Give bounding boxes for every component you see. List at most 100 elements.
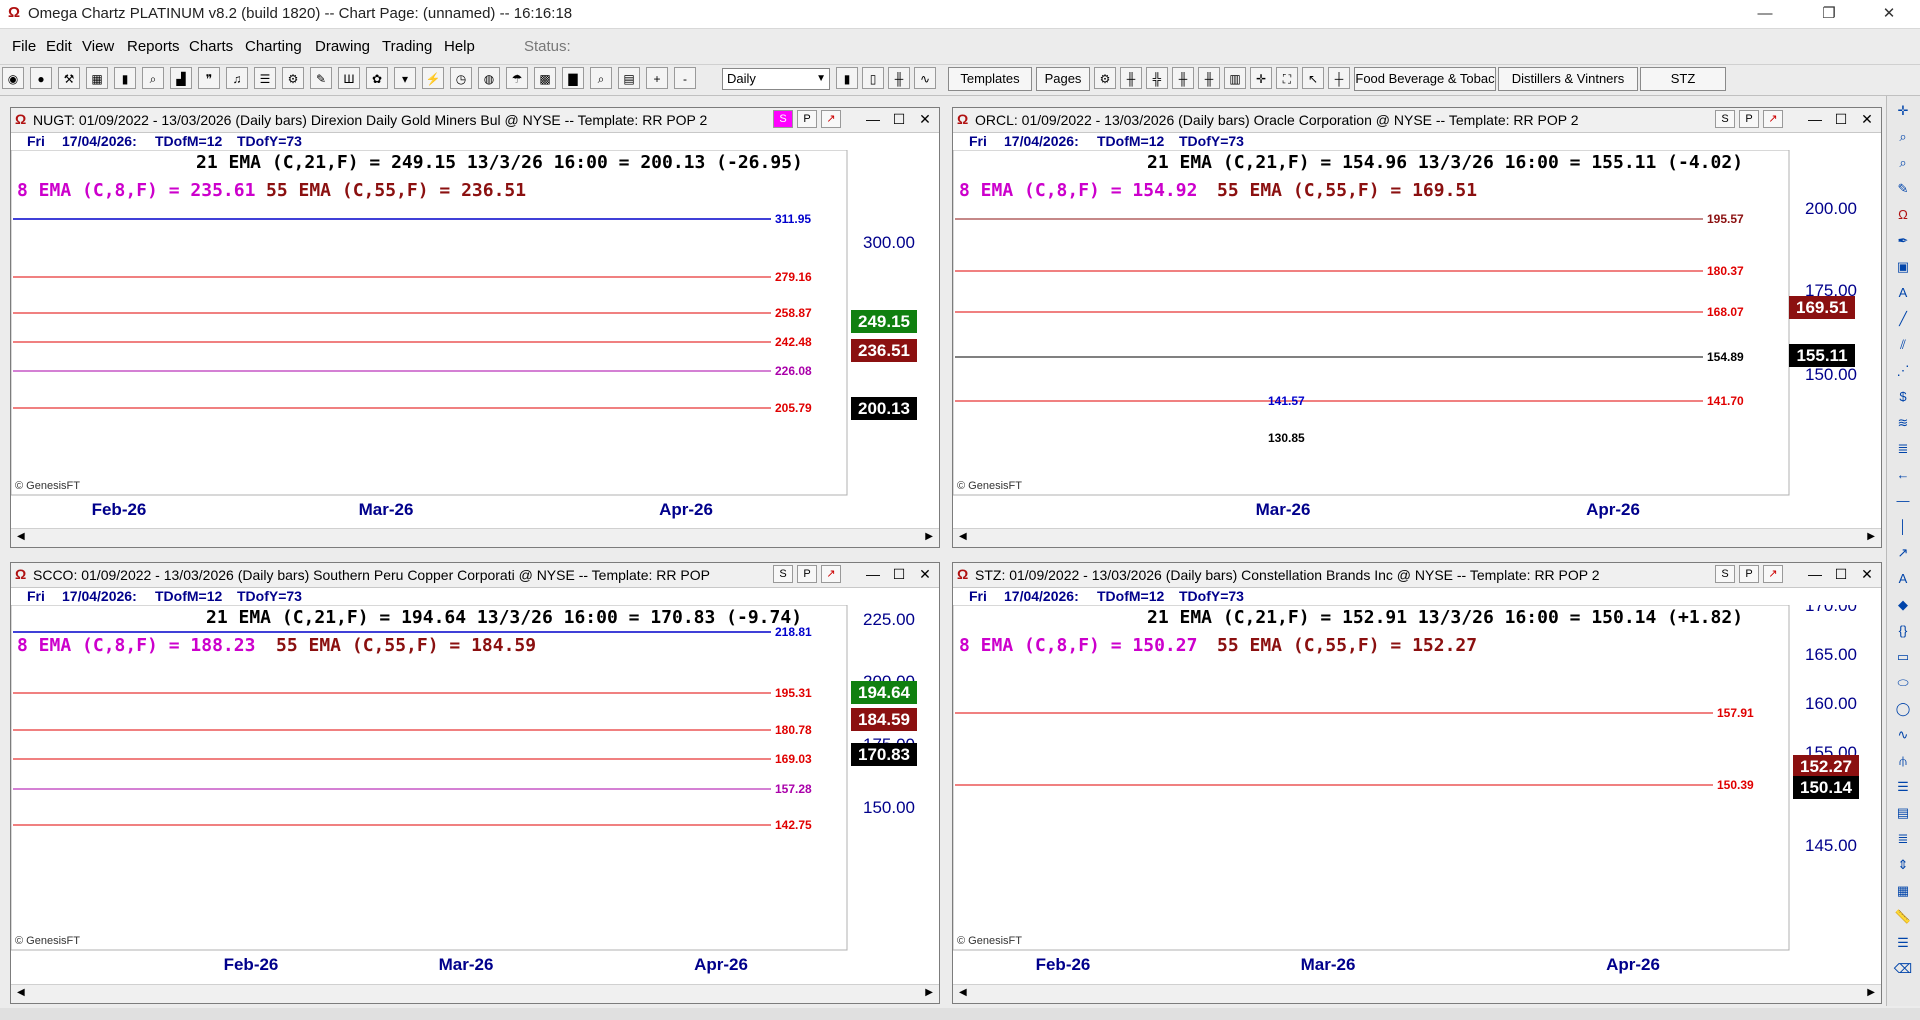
compare-icon[interactable]: ╬: [1146, 67, 1168, 89]
layout-icon[interactable]: ⚙: [1094, 67, 1116, 89]
camera-icon[interactable]: ▣: [1892, 256, 1914, 278]
globe-icon[interactable]: ◉: [2, 67, 24, 89]
ruler-icon[interactable]: 📏: [1892, 906, 1914, 928]
dollar-icon[interactable]: $: [1892, 386, 1914, 408]
panel-minimize-button[interactable]: —: [863, 110, 883, 128]
bracket-icon[interactable]: {}: [1892, 620, 1914, 642]
stop-icon[interactable]: ▇: [562, 67, 584, 89]
menu-edit[interactable]: Edit: [46, 38, 72, 55]
horizontal-scrollbar[interactable]: ◀ ▶: [953, 984, 1881, 1003]
text-tool-icon[interactable]: A: [1892, 282, 1914, 304]
p-button[interactable]: P: [1739, 565, 1759, 583]
popout-button[interactable]: ↗: [821, 565, 841, 583]
line-chart-icon[interactable]: ∿: [914, 67, 936, 89]
cross-cursor-icon[interactable]: ┼: [1328, 67, 1350, 89]
fan-icon[interactable]: ⋰: [1892, 360, 1914, 382]
zoom-in-icon[interactable]: ⌕: [1892, 126, 1914, 148]
menu-reports[interactable]: Reports: [127, 38, 180, 55]
range-icon[interactable]: ⇕: [1892, 854, 1914, 876]
period-select[interactable]: Daily ▼: [722, 68, 830, 90]
p-button[interactable]: P: [797, 565, 817, 583]
tools-icon[interactable]: ⚒: [58, 67, 80, 89]
ohlc-icon[interactable]: ╫: [888, 67, 910, 89]
pointer-icon[interactable]: ↖: [1302, 67, 1324, 89]
menu-drawing[interactable]: Drawing: [315, 38, 370, 55]
s-button[interactable]: S: [1715, 565, 1735, 583]
scan-icon[interactable]: ▦: [86, 67, 108, 89]
panel-close-button[interactable]: ✕: [915, 565, 935, 583]
panel-maximize-button[interactable]: ☐: [1831, 110, 1851, 128]
menu-charting[interactable]: Charting: [245, 38, 302, 55]
sector-button[interactable]: Food Beverage & Tobac: [1354, 67, 1496, 91]
pages-button[interactable]: Pages: [1036, 67, 1090, 91]
calendar-icon[interactable]: ▤: [618, 67, 640, 89]
scroll-left-icon[interactable]: ◀: [959, 987, 967, 998]
help-icon[interactable]: ☂: [506, 67, 528, 89]
price-chart[interactable]: 218.81195.31180.78169.03157.28142.75225.…: [11, 605, 939, 975]
scroll-left-icon[interactable]: ◀: [959, 531, 967, 542]
levels-icon[interactable]: ☰: [1892, 776, 1914, 798]
zoom-out-icon[interactable]: ⌕: [1892, 152, 1914, 174]
price-chart[interactable]: 195.57 180.37 168.07 154.89 141.70 141.57 130.…: [953, 150, 1881, 520]
stack-icon[interactable]: ≣: [1892, 828, 1914, 850]
popout-button[interactable]: ↗: [1763, 565, 1783, 583]
scroll-right-icon[interactable]: ▶: [925, 987, 933, 998]
gann-icon[interactable]: ≣: [1892, 438, 1914, 460]
arrow-icon[interactable]: ↗: [1892, 542, 1914, 564]
bar-spread-icon[interactable]: ╫: [1198, 67, 1220, 89]
minimize-button[interactable]: —: [1742, 0, 1788, 28]
color-picker-icon[interactable]: ◆: [1892, 594, 1914, 616]
scroll-left-icon[interactable]: ◀: [17, 987, 25, 998]
add-tool-icon[interactable]: +: [646, 67, 668, 89]
channel-icon[interactable]: ⫽: [1892, 334, 1914, 356]
wave-icon[interactable]: ∿: [1892, 724, 1914, 746]
highlighter-icon[interactable]: ✎: [1892, 178, 1914, 200]
bars-icon[interactable]: Ш: [338, 67, 360, 89]
label-icon[interactable]: A: [1892, 568, 1914, 590]
panel-close-button[interactable]: ✕: [915, 110, 935, 128]
zoom-icon[interactable]: ⌕: [142, 67, 164, 89]
panel-maximize-button[interactable]: ☐: [889, 110, 909, 128]
panel-minimize-button[interactable]: —: [1805, 110, 1825, 128]
panel-close-button[interactable]: ✕: [1857, 565, 1877, 583]
menu-view[interactable]: View: [82, 38, 114, 55]
s-button[interactable]: S: [773, 565, 793, 583]
panel-minimize-button[interactable]: —: [863, 565, 883, 583]
filter-icon[interactable]: ✿: [366, 67, 388, 89]
s-button[interactable]: S: [773, 110, 793, 128]
ellipse-icon[interactable]: ⬭: [1892, 672, 1914, 694]
dial-icon[interactable]: ◍: [478, 67, 500, 89]
trendline-icon[interactable]: ╱: [1892, 308, 1914, 330]
p-button[interactable]: P: [797, 110, 817, 128]
scroll-right-icon[interactable]: ▶: [925, 531, 933, 542]
candlestick-icon[interactable]: ▯: [862, 67, 884, 89]
panel-maximize-button[interactable]: ☐: [889, 565, 909, 583]
restore-button[interactable]: ❐: [1806, 0, 1852, 28]
templates-button[interactable]: Templates: [948, 67, 1032, 91]
panel-maximize-button[interactable]: ☐: [1831, 565, 1851, 583]
bars-pattern-icon[interactable]: ▦: [1892, 880, 1914, 902]
hline-icon[interactable]: —: [1892, 490, 1914, 512]
panel-close-button[interactable]: ✕: [1857, 110, 1877, 128]
panel-minimize-button[interactable]: —: [1805, 565, 1825, 583]
traffic-light-icon[interactable]: ●: [30, 67, 52, 89]
industry-button[interactable]: Distillers & Vintners: [1498, 67, 1638, 91]
scroll-right-icon[interactable]: ▶: [1867, 531, 1875, 542]
fibonacci-icon[interactable]: ≋: [1892, 412, 1914, 434]
menu-file[interactable]: File: [12, 38, 36, 55]
pen-icon[interactable]: ✒: [1892, 230, 1914, 252]
horizontal-scrollbar[interactable]: ◀ ▶: [11, 984, 939, 1003]
eraser-icon[interactable]: ⌫: [1892, 958, 1914, 980]
grid-icon[interactable]: ▩: [534, 67, 556, 89]
list-tool-icon[interactable]: ☰: [1892, 932, 1914, 954]
vline-icon[interactable]: │: [1892, 516, 1914, 538]
menu-trading[interactable]: Trading: [382, 38, 432, 55]
list-icon[interactable]: ☰: [254, 67, 276, 89]
pencil-icon[interactable]: ✎: [310, 67, 332, 89]
crosshair-icon[interactable]: ✛: [1250, 67, 1272, 89]
popout-button[interactable]: ↗: [1763, 110, 1783, 128]
lightning-icon[interactable]: ⚡: [422, 67, 444, 89]
circle-icon[interactable]: ◯: [1892, 698, 1914, 720]
symbol-button[interactable]: STZ: [1640, 67, 1726, 91]
price-chart[interactable]: 157.91150.39170.00165.00160.00155.00145.…: [953, 605, 1881, 975]
